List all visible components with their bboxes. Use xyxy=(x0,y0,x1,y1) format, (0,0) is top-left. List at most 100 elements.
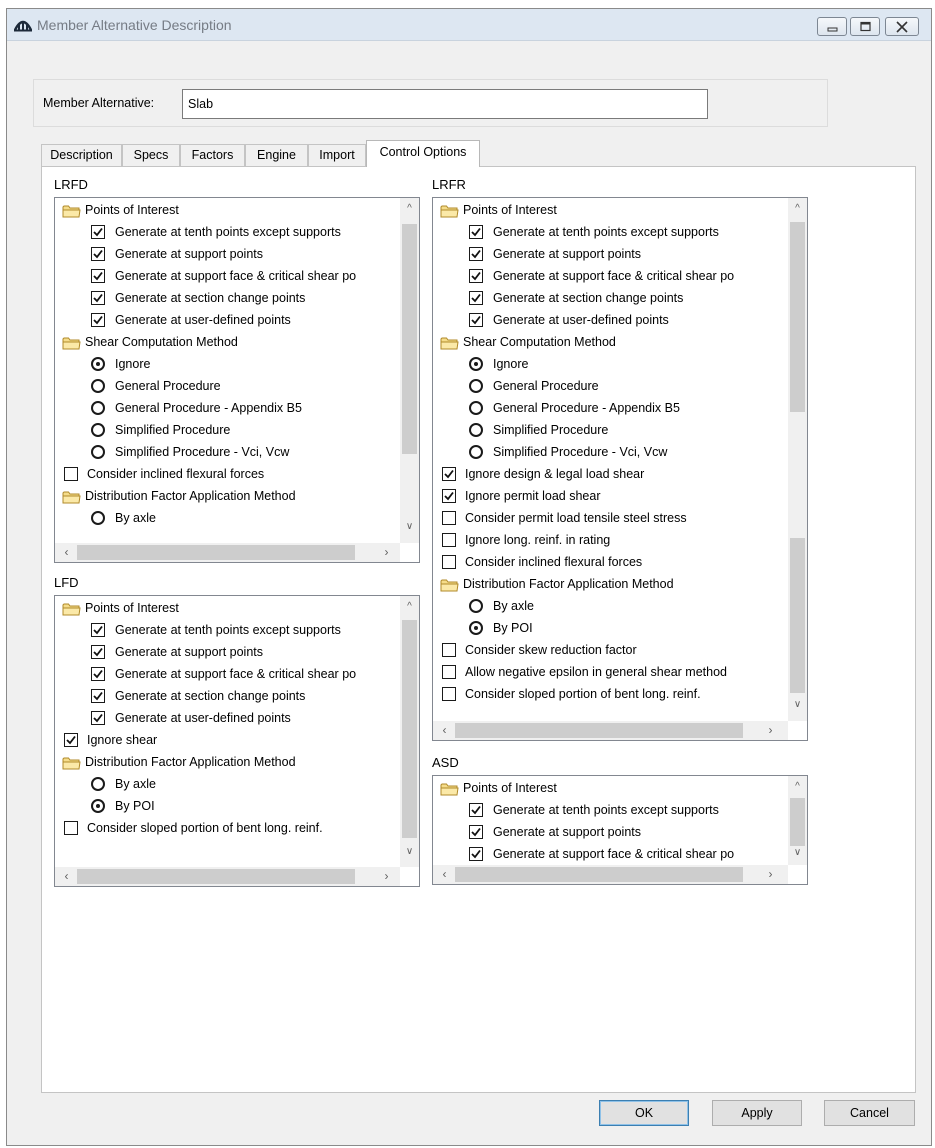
radio-button[interactable] xyxy=(469,445,483,459)
scroll-up-icon[interactable]: ^ xyxy=(788,778,807,796)
tree-item-check[interactable]: Generate at section change points xyxy=(433,288,773,309)
tree-item-check[interactable]: Generate at support points xyxy=(433,244,773,265)
tree-item-folder[interactable]: Points of Interest xyxy=(55,200,395,221)
scroll-right-icon[interactable]: › xyxy=(377,543,396,562)
tree-item-check0[interactable]: Ignore design & legal load shear xyxy=(433,464,773,485)
tree-item-check0[interactable]: Consider skew reduction factor xyxy=(433,640,773,661)
radio-button[interactable] xyxy=(469,621,483,635)
tree-item-radio[interactable]: By axle xyxy=(55,774,395,795)
radio-button[interactable] xyxy=(91,799,105,813)
radio-button[interactable] xyxy=(469,599,483,613)
checkbox[interactable] xyxy=(91,689,105,703)
scroll-up-icon[interactable]: ^ xyxy=(400,598,419,616)
scroll-up-icon[interactable]: ^ xyxy=(788,200,807,218)
checkbox[interactable] xyxy=(91,645,105,659)
tree-item-check[interactable]: Generate at support face & critical shea… xyxy=(55,266,395,287)
checkbox[interactable] xyxy=(91,269,105,283)
checkbox[interactable] xyxy=(469,269,483,283)
asd-vertical-scrollbar[interactable]: ^ ∨ xyxy=(788,776,807,865)
checkbox[interactable] xyxy=(91,313,105,327)
lrfd-horizontal-scrollbar[interactable]: ‹ › xyxy=(55,543,400,562)
tree-item-check0[interactable]: Consider permit load tensile steel stres… xyxy=(433,508,773,529)
tab-factors[interactable]: Factors xyxy=(180,144,245,166)
checkbox[interactable] xyxy=(442,511,456,525)
lrfr-options-tree[interactable]: Consider sloped portion of bent long. re… xyxy=(432,197,808,741)
tree-item-folder[interactable]: Shear Computation Method xyxy=(433,332,773,353)
lrfr-vertical-scrollbar[interactable]: ^ ∨ xyxy=(788,198,807,721)
lfd-options-tree[interactable]: Consider sloped portion of bent long. re… xyxy=(54,595,420,887)
tree-item-radio[interactable]: By axle xyxy=(433,596,773,617)
tree-item-check0[interactable]: Ignore permit load shear xyxy=(433,486,773,507)
tree-item-radio[interactable]: By POI xyxy=(433,618,773,639)
checkbox[interactable] xyxy=(442,467,456,481)
checkbox[interactable] xyxy=(442,643,456,657)
tree-item-check[interactable]: Generate at tenth points except supports xyxy=(55,620,395,641)
tree-item-radio[interactable]: Ignore xyxy=(433,354,773,375)
scroll-down-icon[interactable]: ∨ xyxy=(400,518,419,536)
tree-item-folder[interactable]: Points of Interest xyxy=(433,778,773,799)
tree-item-folder[interactable]: Points of Interest xyxy=(55,598,395,619)
tree-item-folder[interactable]: Distribution Factor Application Method xyxy=(433,574,773,595)
lfd-horizontal-scrollbar[interactable]: ‹ › xyxy=(55,867,400,886)
scroll-thumb[interactable] xyxy=(790,222,805,412)
checkbox[interactable] xyxy=(64,821,78,835)
lrfd-vertical-scrollbar[interactable]: ^ ∨ xyxy=(400,198,419,543)
maximize-button[interactable] xyxy=(850,17,880,36)
close-button[interactable] xyxy=(885,17,919,36)
checkbox[interactable] xyxy=(442,533,456,547)
minimize-button[interactable] xyxy=(817,17,847,36)
tree-item-radio[interactable]: General Procedure - Appendix B5 xyxy=(433,398,773,419)
tree-item-radio[interactable]: By POI xyxy=(55,796,395,817)
radio-button[interactable] xyxy=(91,357,105,371)
tree-item-check0[interactable]: Consider inclined flexural forces xyxy=(55,464,395,485)
scroll-down-icon[interactable]: ∨ xyxy=(788,696,807,714)
tree-item-check[interactable]: Generate at support face & critical shea… xyxy=(55,664,395,685)
tree-item-check[interactable]: Generate at support points xyxy=(433,822,773,843)
tree-item-folder[interactable]: Distribution Factor Application Method xyxy=(55,752,395,773)
tree-item-radio[interactable]: Simplified Procedure xyxy=(433,420,773,441)
scroll-thumb[interactable] xyxy=(402,620,417,838)
scroll-thumb-lower[interactable] xyxy=(790,538,805,693)
checkbox[interactable] xyxy=(469,803,483,817)
scroll-thumb[interactable] xyxy=(455,723,743,738)
ok-button[interactable]: OK xyxy=(599,1100,689,1126)
lfd-vertical-scrollbar[interactable]: ^ ∨ xyxy=(400,596,419,867)
tree-item-check[interactable]: Generate at support face & critical shea… xyxy=(433,844,773,865)
scroll-thumb[interactable] xyxy=(77,545,355,560)
checkbox[interactable] xyxy=(442,687,456,701)
tree-item-check0[interactable]: Allow negative epsilon in general shear … xyxy=(433,662,773,683)
scroll-right-icon[interactable]: › xyxy=(377,867,396,886)
radio-button[interactable] xyxy=(91,379,105,393)
tree-item-check[interactable]: Generate at tenth points except supports xyxy=(433,222,773,243)
radio-button[interactable] xyxy=(91,401,105,415)
asd-options-tree[interactable]: IgnoreShear Computation MethodGenerate a… xyxy=(432,775,808,885)
tree-item-check0[interactable]: Consider sloped portion of bent long. re… xyxy=(433,684,773,705)
scroll-left-icon[interactable]: ‹ xyxy=(57,867,76,886)
tree-item-check[interactable]: Generate at support points xyxy=(55,244,395,265)
radio-button[interactable] xyxy=(469,401,483,415)
member-alternative-input[interactable] xyxy=(182,89,708,119)
checkbox[interactable] xyxy=(442,555,456,569)
tree-item-check[interactable]: Generate at support face & critical shea… xyxy=(433,266,773,287)
scroll-down-icon[interactable]: ∨ xyxy=(788,844,807,862)
scroll-down-icon[interactable]: ∨ xyxy=(400,843,419,861)
radio-button[interactable] xyxy=(469,357,483,371)
tree-item-radio[interactable]: Simplified Procedure - Vci, Vcw xyxy=(433,442,773,463)
radio-button[interactable] xyxy=(91,511,105,525)
checkbox[interactable] xyxy=(469,247,483,261)
radio-button[interactable] xyxy=(91,423,105,437)
checkbox[interactable] xyxy=(469,313,483,327)
checkbox[interactable] xyxy=(469,225,483,239)
scroll-thumb[interactable] xyxy=(790,798,805,846)
tab-description[interactable]: Description xyxy=(41,144,122,166)
scroll-left-icon[interactable]: ‹ xyxy=(435,865,454,884)
lrfd-options-tree[interactable]: By axle Distribution Factor Application M… xyxy=(54,197,420,563)
tree-item-check[interactable]: Generate at tenth points except supports xyxy=(55,222,395,243)
tree-item-check0[interactable]: Ignore shear xyxy=(55,730,395,751)
tree-item-radio[interactable]: General Procedure xyxy=(55,376,395,397)
asd-horizontal-scrollbar[interactable]: ‹ › xyxy=(433,865,788,884)
apply-button[interactable]: Apply xyxy=(712,1100,802,1126)
tree-item-check[interactable]: Generate at section change points xyxy=(55,288,395,309)
radio-button[interactable] xyxy=(469,379,483,393)
checkbox[interactable] xyxy=(442,489,456,503)
